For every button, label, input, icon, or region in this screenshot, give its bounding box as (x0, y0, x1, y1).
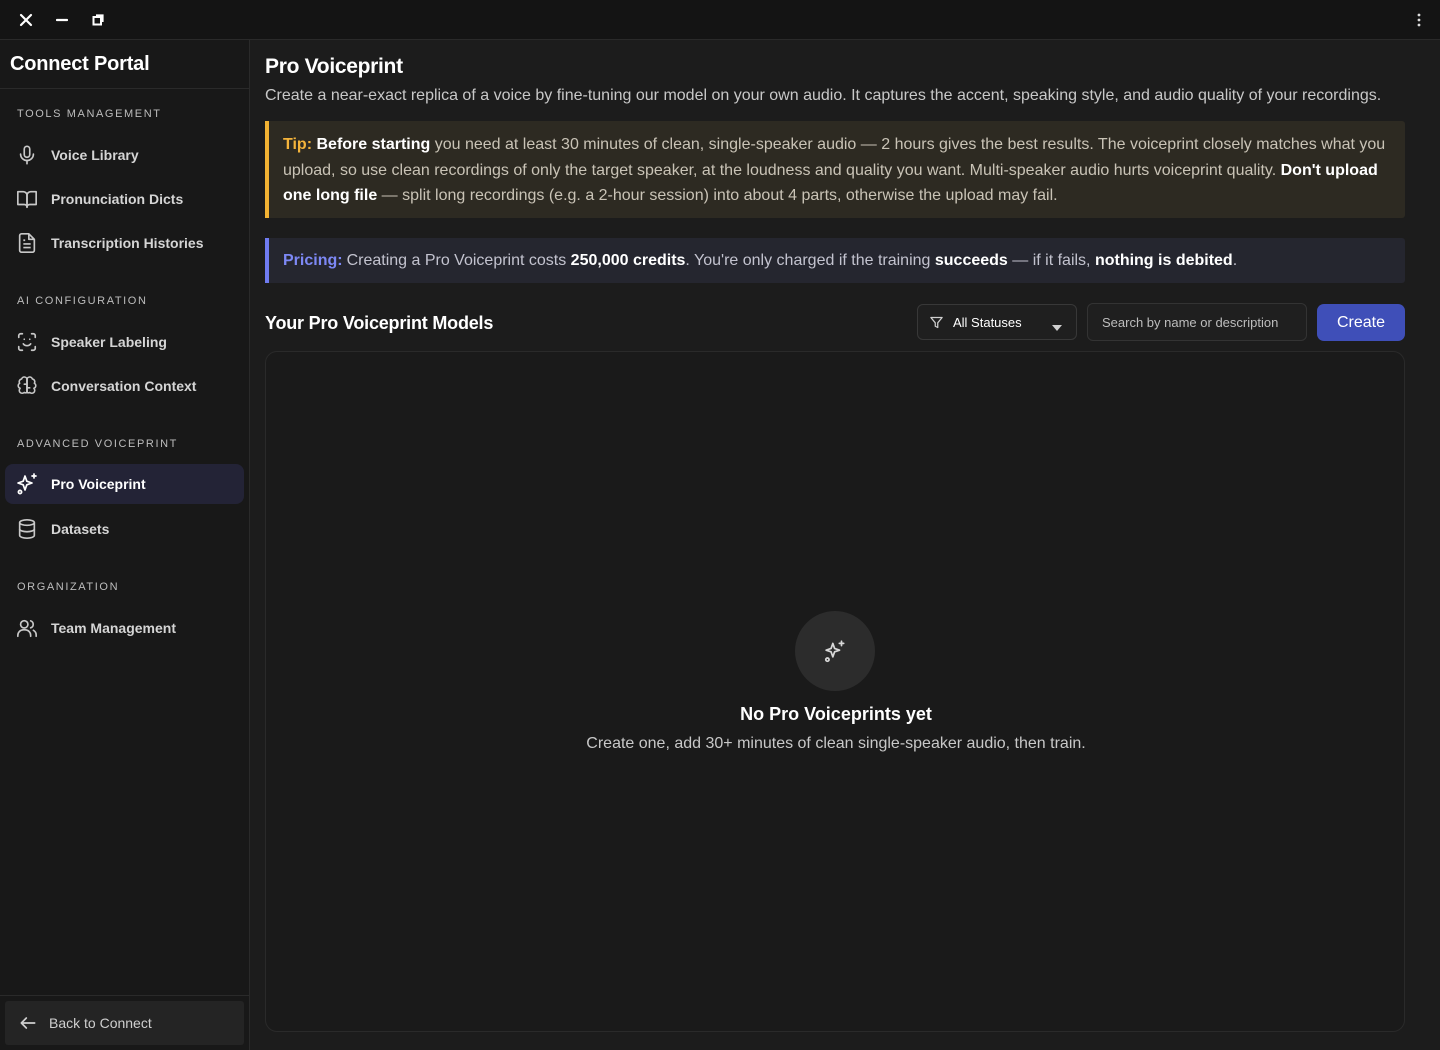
pricing-text-2: . You're only charged if the training (685, 251, 935, 269)
sidebar-item-label: Speaker Labeling (51, 334, 167, 350)
tip-text-2: — split long recordings (e.g. a 2-hour s… (377, 187, 1058, 204)
pricing-nothing-debited: nothing is debited (1094, 251, 1233, 269)
filter-icon (929, 314, 945, 330)
empty-state-subtitle: Create one, add 30+ minutes of clean sin… (586, 735, 1086, 752)
sparkles-icon (795, 611, 875, 691)
page-title: Pro Voiceprint (265, 55, 403, 78)
pricing-lead: Pricing: (283, 251, 343, 269)
title-bar (0, 0, 1440, 40)
pricing-text-4: . (1232, 251, 1238, 269)
page-description: Create a near-exact replica of a voice b… (265, 87, 1382, 104)
tip-callout: Tip: Before starting you need at least 3… (265, 121, 1405, 218)
pricing-text-3: — if it fails, (1007, 251, 1095, 269)
kebab-menu-icon[interactable] (1404, 0, 1434, 40)
sidebar-item-datasets[interactable]: Datasets (5, 509, 244, 549)
sidebar-item-team-management[interactable]: Team Management (5, 608, 244, 648)
models-section-title: Your Pro Voiceprint Models (265, 313, 494, 333)
search-input[interactable] (1087, 303, 1307, 341)
models-empty-panel: No Pro Voiceprints yet Create one, add 3… (265, 351, 1405, 1032)
tip-text-1: you need at least 30 minutes of clean, s… (283, 136, 1386, 179)
sidebar-item-pro-voiceprint[interactable]: Pro Voiceprint (5, 464, 244, 504)
section-label-ai-configuration: AI CONFIGURATION (17, 295, 148, 307)
empty-state-title: No Pro Voiceprints yet (740, 704, 932, 724)
database-icon (15, 517, 39, 541)
scan-face-icon (15, 330, 39, 354)
minimize-icon[interactable] (44, 0, 80, 40)
create-button[interactable]: Create (1317, 304, 1405, 341)
status-filter-value: All Statuses (953, 314, 1022, 330)
document-icon (15, 231, 39, 255)
sidebar-item-label: Transcription Histories (51, 235, 204, 251)
back-to-connect-button[interactable]: Back to Connect (5, 1001, 244, 1045)
close-icon[interactable] (8, 0, 44, 40)
section-label-organization: ORGANIZATION (17, 581, 120, 593)
pricing-succeeds: succeeds (934, 251, 1008, 269)
sidebar-item-transcription-histories[interactable]: Transcription Histories (5, 223, 244, 263)
microphone-icon (15, 143, 39, 167)
pricing-callout: Pricing: Creating a Pro Voiceprint costs… (265, 238, 1405, 283)
sidebar-item-pronunciation-dicts[interactable]: Pronunciation Dicts (5, 179, 244, 219)
restore-icon[interactable] (80, 0, 116, 40)
sidebar-item-conversation-context[interactable]: Conversation Context (5, 366, 244, 406)
users-icon (15, 616, 39, 640)
sidebar-item-voice-library[interactable]: Voice Library (5, 135, 244, 175)
pricing-credits: 250,000 credits (570, 251, 686, 269)
back-to-connect-label: Back to Connect (49, 1015, 152, 1031)
sidebar: Connect Portal TOOLS MANAGEMENT Voice Li… (0, 40, 250, 1050)
pricing-text-1: Creating a Pro Voiceprint costs (346, 251, 571, 269)
sidebar-item-label: Datasets (51, 521, 110, 537)
chevron-down-icon (1052, 319, 1062, 334)
status-filter-select[interactable]: All Statuses (917, 304, 1077, 340)
section-label-tools-management: TOOLS MANAGEMENT (17, 108, 162, 120)
arrow-left-icon (17, 1012, 39, 1034)
sparkles-icon (15, 472, 39, 496)
sidebar-item-label: Voice Library (51, 147, 139, 163)
tip-bold-before-starting: Before starting (316, 136, 431, 153)
sidebar-item-label: Pro Voiceprint (51, 476, 146, 492)
sidebar-item-label: Team Management (51, 620, 176, 636)
brain-icon (15, 374, 39, 398)
sidebar-divider (0, 995, 249, 996)
brand-title: Connect Portal (0, 40, 249, 89)
sidebar-item-label: Conversation Context (51, 378, 197, 394)
sidebar-item-label: Pronunciation Dicts (51, 191, 184, 207)
tip-lead: Tip: (283, 136, 313, 153)
sidebar-item-speaker-labeling[interactable]: Speaker Labeling (5, 322, 244, 362)
book-icon (15, 187, 39, 211)
section-label-advanced-voiceprint: ADVANCED VOICEPRINT (17, 438, 178, 450)
